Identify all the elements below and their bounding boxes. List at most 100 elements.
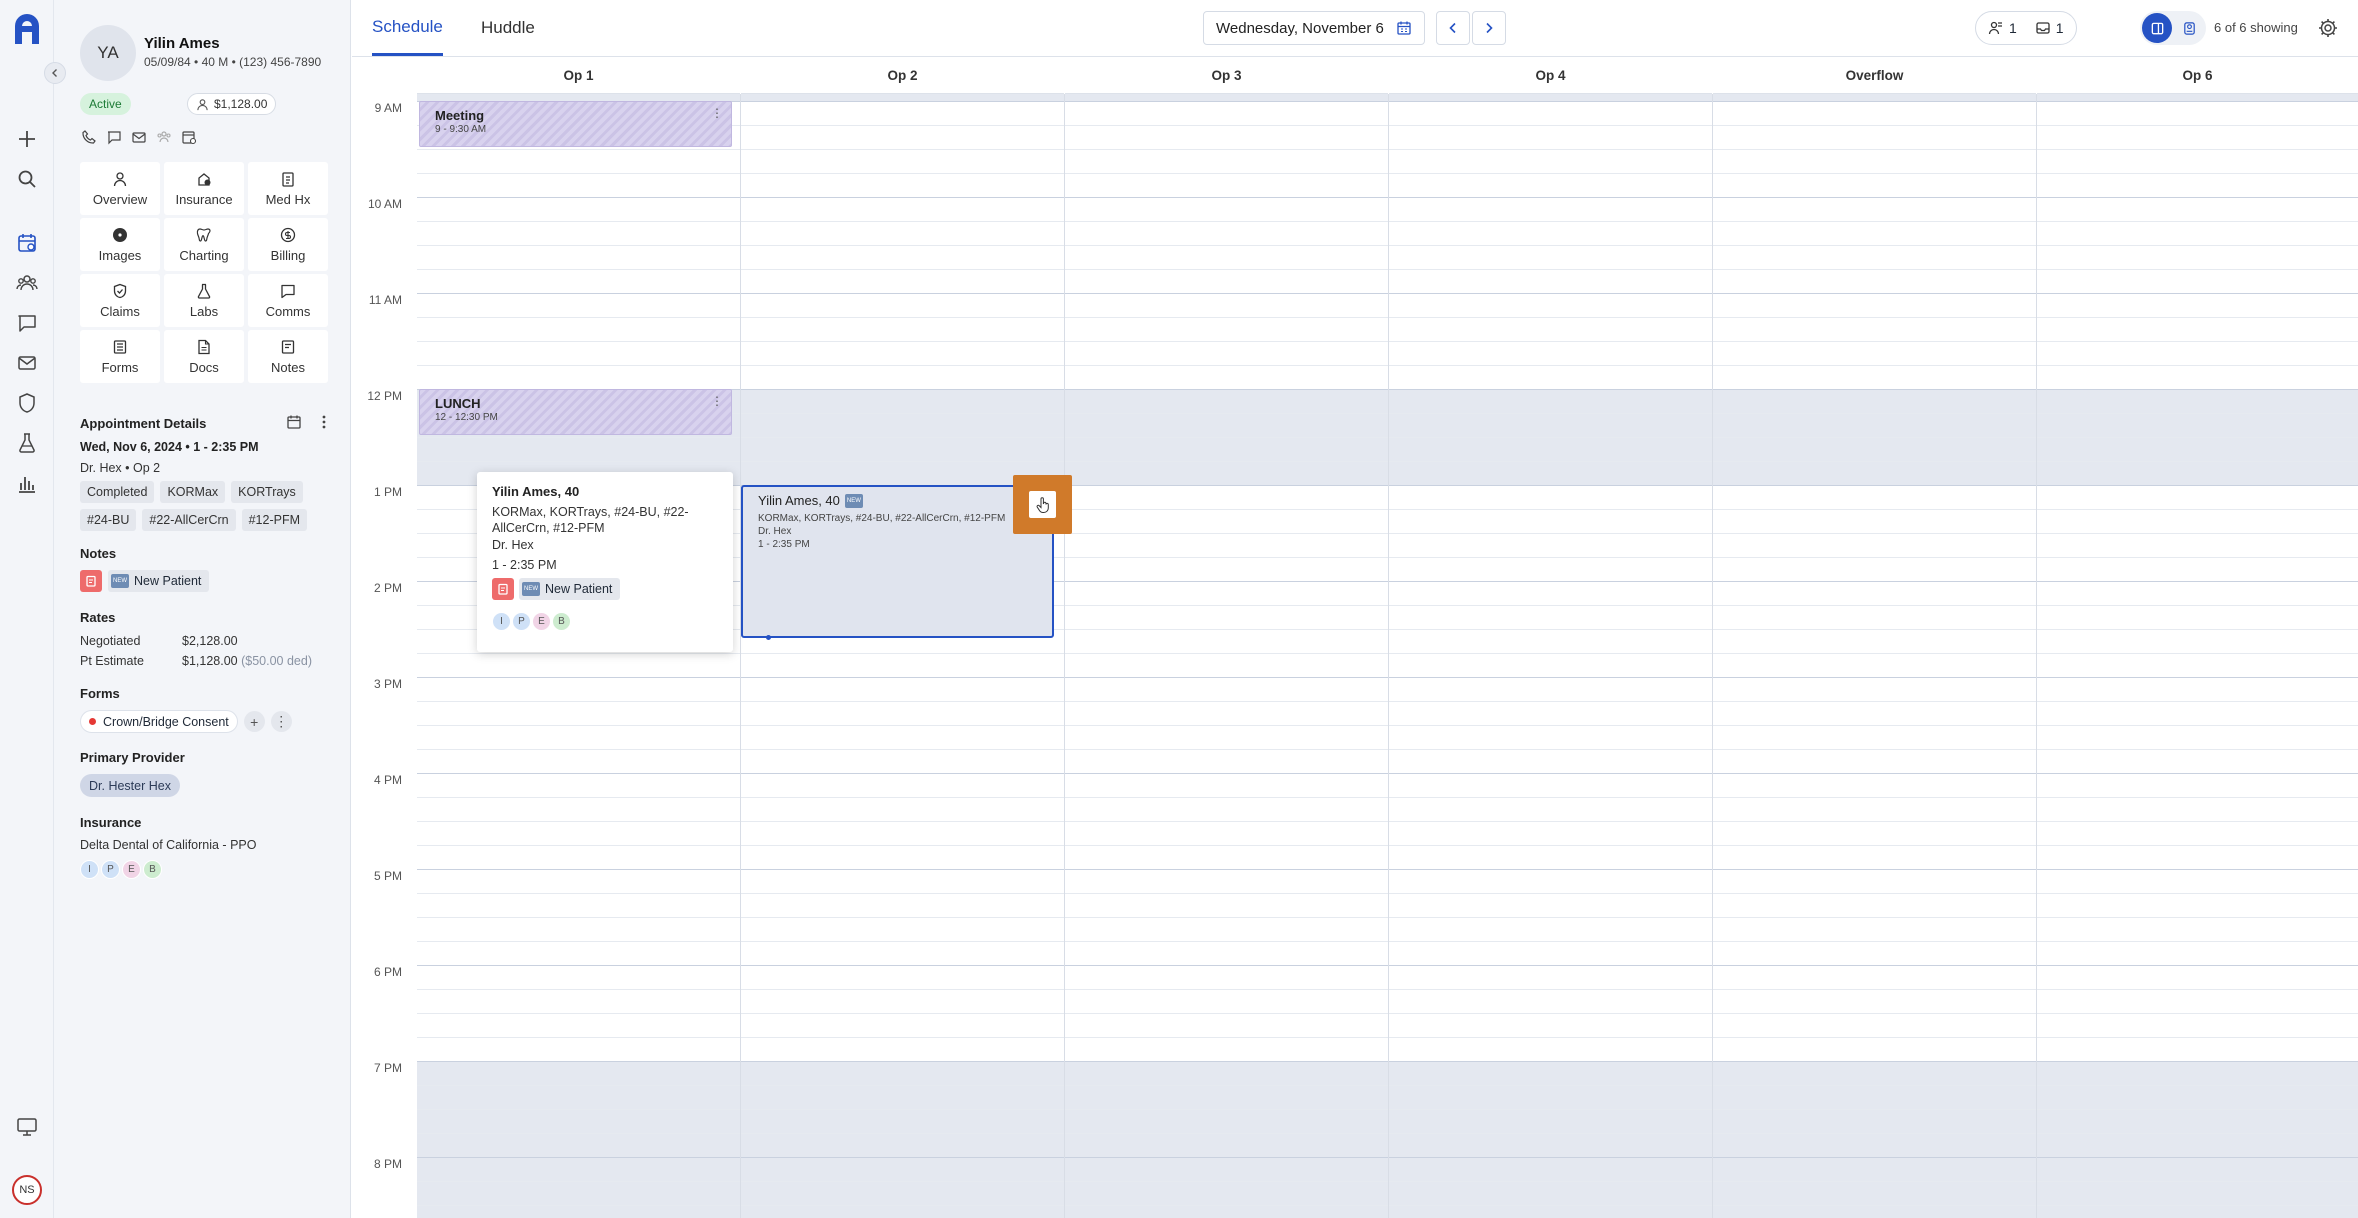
status-circle: P <box>101 860 120 879</box>
schedule-icon[interactable] <box>13 229 41 257</box>
gear-icon[interactable] <box>2317 17 2339 39</box>
tile-docs[interactable]: Docs <box>164 330 244 383</box>
family-icon[interactable] <box>155 128 173 146</box>
user-avatar[interactable]: NS <box>12 1175 42 1205</box>
more-vertical-icon[interactable]: ⋮ <box>711 106 723 120</box>
reports-icon[interactable] <box>13 469 41 497</box>
notes-icon <box>281 339 295 354</box>
appointment-menu-button[interactable] <box>1029 491 1056 518</box>
balance-badge[interactable]: $1,128.00 <box>187 93 277 115</box>
people-icon <box>1988 21 2002 35</box>
shield-icon[interactable] <box>13 389 41 417</box>
column-view-button[interactable] <box>2142 13 2172 43</box>
search-icon[interactable] <box>13 165 41 193</box>
date-label: Wednesday, November 6 <box>1216 19 1384 37</box>
chevron-left-icon <box>52 69 57 77</box>
patient-avatar[interactable]: YA <box>80 25 136 81</box>
status-circle: I <box>80 860 99 879</box>
monitor-icon[interactable] <box>13 1112 41 1140</box>
forms-title: Forms <box>80 686 120 701</box>
chevron-right-icon <box>1486 22 1493 34</box>
form-chip-crown-bridge[interactable]: Crown/Bridge Consent <box>80 710 238 733</box>
prev-day-button[interactable] <box>1436 11 1470 45</box>
tab-huddle[interactable]: Huddle <box>481 0 535 56</box>
calendar-icon <box>1397 21 1411 35</box>
add-icon[interactable] <box>13 125 41 153</box>
op-header[interactable]: Op 6 <box>2037 57 2358 94</box>
appointment-details-title: Appointment Details <box>80 416 207 431</box>
hand-pointer-icon <box>1036 496 1049 513</box>
popup-note-chip: NEW New Patient <box>519 578 621 600</box>
op-header[interactable]: Op 3 <box>1065 57 1388 94</box>
resize-handle[interactable] <box>766 635 771 640</box>
clipboard-alert-icon[interactable] <box>80 570 102 592</box>
calendar-settings-icon[interactable] <box>180 128 198 146</box>
note-label: New Patient <box>134 574 202 588</box>
status-circle: E <box>122 860 141 879</box>
ops-showing-count[interactable]: 6 of 6 showing <box>2214 20 2298 35</box>
tab-schedule[interactable]: Schedule <box>372 0 443 56</box>
tile-labs[interactable]: Labs <box>164 274 244 327</box>
column-divider <box>740 94 741 1218</box>
app-logo-icon[interactable] <box>11 12 43 46</box>
time-label: 8 PM <box>373 1157 402 1171</box>
chair-view-button[interactable] <box>2174 13 2204 43</box>
new-patient-note[interactable]: NEW New Patient <box>108 570 210 592</box>
op-header[interactable]: Op 1 <box>417 57 740 94</box>
patient-name[interactable]: Yilin Ames <box>144 35 220 52</box>
time-label: 4 PM <box>373 773 402 787</box>
tile-charting[interactable]: Charting <box>164 218 244 271</box>
tile-comms[interactable]: Comms <box>248 274 328 327</box>
add-form-button[interactable]: + <box>243 711 265 732</box>
person-icon <box>113 171 127 186</box>
tile-label: Overview <box>92 191 148 207</box>
waitlist-count[interactable]: 1 <box>1988 20 2017 36</box>
time-slots[interactable] <box>417 94 2358 1218</box>
appointment-card[interactable]: Yilin Ames, 40 NEW KORMax, KORTrays, #24-… <box>741 485 1054 640</box>
tile-med-hx[interactable]: Med Hx <box>248 162 328 215</box>
tile-images[interactable]: Images <box>80 218 160 271</box>
status-circle: B <box>143 860 162 879</box>
phone-icon[interactable] <box>80 128 98 146</box>
more-vertical-icon[interactable]: ⋮ <box>711 394 723 408</box>
person-icon <box>197 98 208 110</box>
tile-overview[interactable]: Overview <box>80 162 160 215</box>
appointment-procedures: KORMax, KORTrays, #24-BU, #22-AllCerCrn,… <box>758 513 1006 524</box>
rate-label: Pt Estimate <box>80 654 144 668</box>
tile-insurance[interactable]: Insurance <box>164 162 244 215</box>
tile-label: Charting <box>179 247 229 263</box>
lunch-event[interactable]: LUNCH 12 - 12:30 PM ⋮ <box>419 389 732 435</box>
date-picker[interactable]: Wednesday, November 6 <box>1203 11 1425 45</box>
new-tag: NEW <box>522 582 540 596</box>
count-value: 1 <box>2055 20 2064 36</box>
tile-label: Notes <box>271 359 305 375</box>
appointment-actions <box>286 414 332 430</box>
popup-procedures: KORMax, KORTrays, #24-BU, #22-AllCerCrn,… <box>492 505 689 535</box>
status-circle: P <box>512 612 531 631</box>
tile-claims[interactable]: Claims <box>80 274 160 327</box>
calendar-icon[interactable] <box>286 414 302 430</box>
primary-provider-chip[interactable]: Dr. Hester Hex <box>80 774 180 797</box>
tile-notes[interactable]: Notes <box>248 330 328 383</box>
flask-icon[interactable] <box>13 429 41 457</box>
chat-icon[interactable] <box>105 128 123 146</box>
op-header[interactable]: Overflow <box>1713 57 2036 94</box>
patients-icon[interactable] <box>13 269 41 297</box>
form-more-button[interactable]: ⋮ <box>270 711 292 732</box>
meeting-event[interactable]: Meeting 9 - 9:30 AM ⋮ <box>419 101 732 147</box>
email-icon[interactable] <box>130 128 148 146</box>
tile-billing[interactable]: Billing <box>248 218 328 271</box>
op-header[interactable]: Op 4 <box>1389 57 1712 94</box>
mail-icon[interactable] <box>13 349 41 377</box>
view-toggle <box>2140 11 2206 45</box>
tile-forms[interactable]: Forms <box>80 330 160 383</box>
messages-icon[interactable] <box>13 309 41 337</box>
notes-row: NEW New Patient <box>80 570 210 592</box>
more-vertical-icon[interactable] <box>316 414 332 430</box>
collapse-panel-button[interactable] <box>44 62 66 84</box>
op-header[interactable]: Op 2 <box>741 57 1064 94</box>
next-day-button[interactable] <box>1472 11 1506 45</box>
highlighted-target[interactable] <box>1013 475 1072 534</box>
chat-icon <box>281 284 295 298</box>
inbox-count[interactable]: 1 <box>2035 20 2064 36</box>
